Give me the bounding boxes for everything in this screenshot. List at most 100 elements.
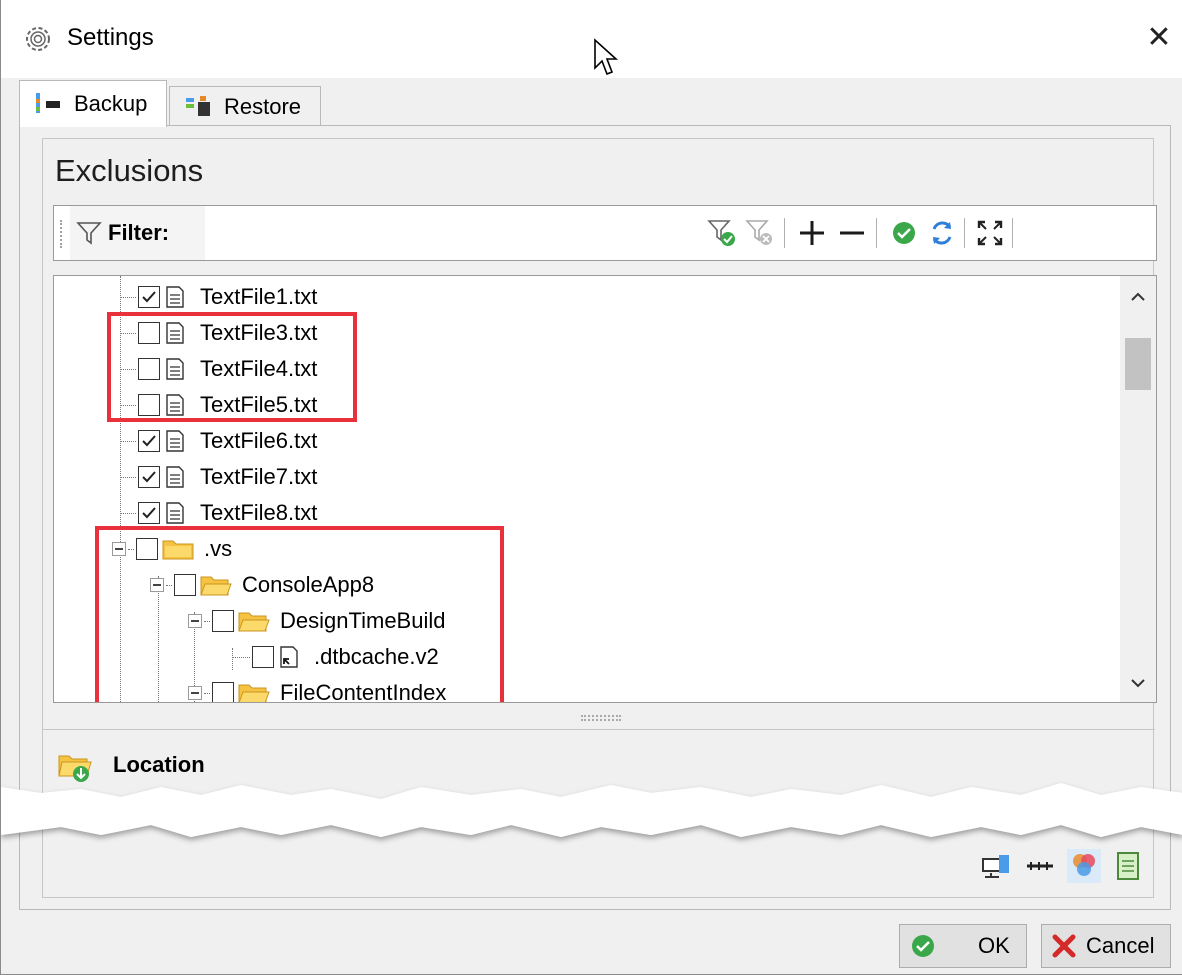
tree-connector [120, 368, 136, 370]
tree-connector [120, 440, 136, 442]
text-file-icon [166, 322, 184, 344]
exclusions-title: Exclusions [55, 153, 204, 188]
vertical-scrollbar[interactable] [1120, 276, 1156, 702]
add-button[interactable] [796, 217, 828, 249]
exclusions-tree[interactable]: TextFile1.txt TextFile3.txt TextFile4.tx… [53, 275, 1157, 703]
ok-button-label: OK [978, 933, 1010, 958]
cancel-x-icon [1052, 934, 1076, 958]
tree-connector [166, 584, 172, 586]
tree-connector [232, 656, 250, 658]
splitter[interactable] [53, 709, 1157, 727]
checkbox[interactable] [212, 682, 234, 702]
tab-strip: Backup Restore [19, 80, 1159, 127]
collapse-toggle[interactable] [188, 614, 202, 628]
collapse-toggle[interactable] [188, 686, 202, 700]
monitor-icon[interactable] [979, 849, 1013, 883]
tree-item[interactable]: TextFile4.txt [120, 351, 317, 387]
check-icon [893, 222, 915, 244]
color-circles-icon[interactable] [1067, 849, 1101, 883]
remove-button[interactable] [836, 217, 868, 249]
tree-item[interactable]: TextFile3.txt [120, 315, 317, 351]
scroll-up-button[interactable] [1120, 278, 1156, 314]
location-toolbar [979, 846, 1145, 886]
refresh-icon [932, 221, 952, 245]
tab-backup-label: Backup [74, 91, 148, 116]
collapse-toggle[interactable] [112, 542, 126, 556]
refresh-button[interactable] [926, 217, 958, 249]
checkbox[interactable] [138, 430, 160, 452]
torn-edge [1, 783, 1182, 837]
cancel-button[interactable]: Cancel [1041, 924, 1171, 968]
tree-item[interactable]: DesignTimeBuild [188, 603, 445, 639]
tree-connector [204, 692, 210, 694]
tree-item[interactable]: ConsoleApp8 [150, 567, 374, 603]
expand-all-icon [977, 220, 1003, 246]
scroll-down-button[interactable] [1120, 664, 1156, 700]
tree-item-label: TextFile8.txt [200, 500, 318, 525]
tree-item-label: TextFile1.txt [200, 284, 318, 309]
window-title: Settings [67, 24, 154, 51]
text-file-icon [166, 394, 184, 416]
tree-item[interactable]: TextFile1.txt [120, 279, 317, 315]
close-button[interactable]: ✕ [1139, 18, 1179, 58]
close-icon: ✕ [1146, 21, 1172, 54]
checkbox[interactable] [138, 286, 160, 308]
checkbox[interactable] [138, 466, 160, 488]
tree-connector [204, 620, 210, 622]
apply-filter-icon [707, 220, 735, 246]
tree-item[interactable]: .vs [112, 531, 232, 567]
tab-restore[interactable]: Restore [169, 86, 321, 126]
checkbox[interactable] [138, 322, 160, 344]
checkbox[interactable] [212, 610, 234, 632]
shortcut-file-icon [280, 646, 298, 668]
folder-open-icon [238, 684, 270, 702]
tree-connector [120, 296, 136, 298]
tree-item-label: TextFile6.txt [200, 428, 318, 453]
filter-label-text: Filter: [108, 220, 170, 245]
clear-filter-button[interactable] [744, 217, 776, 249]
tree-item[interactable]: FileContentIndex [188, 675, 447, 703]
tree-item-label: DesignTimeBuild [280, 608, 446, 633]
apply-filter-button[interactable] [706, 217, 738, 249]
checkbox[interactable] [138, 394, 160, 416]
tree-connector [120, 476, 136, 478]
remove-icon [840, 231, 864, 235]
cancel-button-label: Cancel [1086, 933, 1155, 958]
checkbox[interactable] [252, 646, 274, 668]
text-file-icon [166, 430, 184, 452]
add-icon [800, 221, 824, 245]
check-button[interactable] [888, 217, 920, 249]
tree-item-label: TextFile3.txt [200, 320, 318, 345]
checkbox[interactable] [138, 502, 160, 524]
splitter-grip[interactable] [581, 715, 621, 721]
toolbar-grip[interactable] [60, 220, 64, 248]
tree-item[interactable]: TextFile6.txt [120, 423, 317, 459]
chevron-up-icon [1131, 292, 1145, 301]
gear-icon [26, 27, 50, 51]
tree-item-label: TextFile4.txt [200, 356, 318, 381]
ok-button[interactable]: OK [899, 924, 1027, 968]
expand-all-button[interactable] [974, 217, 1006, 249]
tree-item[interactable]: TextFile8.txt [120, 495, 317, 531]
notes-icon[interactable] [1111, 849, 1145, 883]
folder-icon [162, 540, 194, 560]
tree-item[interactable]: TextFile5.txt [120, 387, 317, 423]
toolbar-separator [784, 218, 785, 248]
ellipsis-icon[interactable] [1023, 849, 1057, 883]
checkbox[interactable] [136, 538, 158, 560]
scroll-thumb[interactable] [1125, 338, 1151, 390]
clear-filter-icon [745, 220, 772, 245]
tree-item[interactable]: .dtbcache.v2 [232, 639, 439, 675]
tree-item-label: TextFile7.txt [200, 464, 318, 489]
restore-icon [186, 95, 210, 116]
checkbox[interactable] [174, 574, 196, 596]
toolbar-separator [964, 218, 965, 248]
tab-backup[interactable]: Backup [19, 80, 167, 127]
checkbox[interactable] [138, 358, 160, 380]
collapse-toggle[interactable] [150, 578, 164, 592]
tree-item-label: FileContentIndex [280, 680, 447, 703]
tree-item[interactable]: TextFile7.txt [120, 459, 317, 495]
tree-connector [128, 548, 134, 550]
filter-icon [76, 222, 102, 245]
text-file-icon [166, 502, 184, 524]
